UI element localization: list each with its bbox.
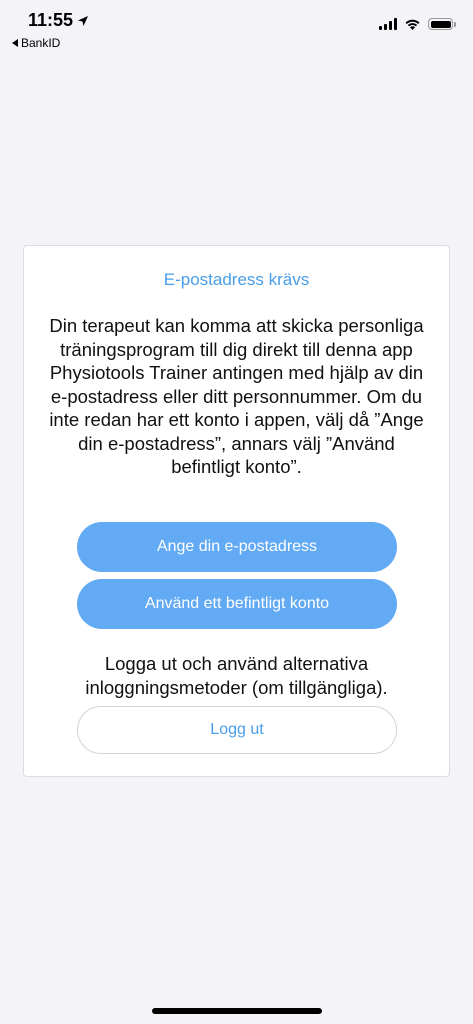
status-time-text: 11:55 [28,10,74,30]
location-arrow-icon [78,15,89,26]
wifi-icon [405,19,420,30]
card-body-text: Din terapeut kan komma att skicka person… [49,315,424,477]
email-required-card: E-postadress krävs Din terapeut kan komm… [23,245,450,777]
logout-button[interactable]: Logg ut [77,706,397,754]
enter-email-button[interactable]: Ange din e-postadress [77,522,397,572]
back-to-app-link[interactable]: BankID [12,36,60,50]
status-icons [379,18,456,30]
status-time: 11:55 [28,10,89,31]
back-arrow-icon [12,39,18,47]
status-bar: 11:55 BankID [0,0,473,56]
use-existing-account-button[interactable]: Använd ett befintligt konto [77,579,397,629]
home-indicator[interactable] [152,1008,322,1014]
logout-description: Logga ut och använd alternativa inloggni… [85,653,388,698]
cellular-signal-icon [379,18,397,30]
card-title: E-postadress krävs [163,270,310,289]
back-app-label: BankID [21,36,61,50]
battery-icon [428,18,456,30]
